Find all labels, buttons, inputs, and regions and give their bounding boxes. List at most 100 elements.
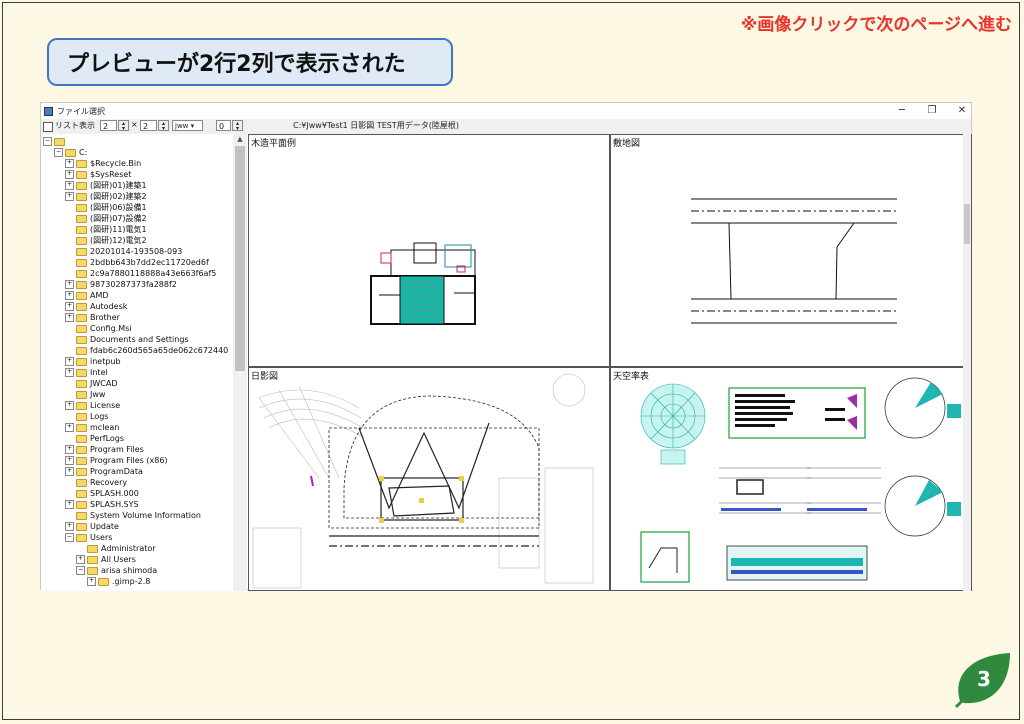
tree-item[interactable]: JWCAD [65,378,118,389]
tree-item[interactable]: (図研)12)電気2 [65,235,147,246]
close-button[interactable]: ✕ [947,103,977,119]
tree-item[interactable]: + Intel [65,367,108,378]
folder-icon [76,192,87,201]
collapse-icon[interactable]: − [54,148,63,157]
tree-item[interactable]: + .gimp-2.8 [87,576,150,587]
expand-icon[interactable]: + [65,401,74,410]
tree-item-label: Autodesk [90,302,128,311]
expand-icon[interactable]: + [87,577,96,586]
tree-item[interactable]: + $SysReset [65,169,131,180]
scroll-up-arrow[interactable]: ▲ [233,134,247,144]
preview-sky-factor[interactable]: 天空率表 [610,367,972,591]
zero-stepper[interactable]: ▴ ▾ [232,120,243,132]
preview-shadow-diagram[interactable]: 日影図 [248,367,610,591]
tree-item[interactable]: PerfLogs [65,433,124,444]
tree-item[interactable]: + (図研)01)建築1 [65,180,147,191]
tree-item[interactable]: Documents and Settings [65,334,189,345]
tree-item-label: mclean [90,423,120,432]
expand-icon[interactable]: + [65,522,74,531]
expand-icon[interactable]: + [65,423,74,432]
tree-item[interactable]: + AMD [65,290,109,301]
tree-item[interactable]: Recovery [65,477,127,488]
expand-icon[interactable]: + [65,357,74,366]
rows-field[interactable]: 2 [100,120,117,131]
folder-icon [76,291,87,300]
expand-icon[interactable]: + [65,302,74,311]
expand-icon[interactable]: + [65,368,74,377]
folder-icon [76,280,87,289]
tree-item[interactable]: + Brother [65,312,120,323]
expand-icon[interactable]: + [65,181,74,190]
expand-icon[interactable]: + [65,313,74,322]
collapse-icon[interactable]: − [43,137,52,146]
expand-icon[interactable]: + [65,291,74,300]
tree-item[interactable]: − Users [65,532,112,543]
restore-button[interactable]: ❐ [917,103,947,119]
expand-icon[interactable]: + [65,445,74,454]
tree-item-label: License [90,401,121,410]
tree-scrollbar[interactable]: ▲ [233,134,247,591]
minimize-button[interactable]: ─ [887,103,917,119]
tree-item[interactable]: − C: [54,147,87,158]
shadow-diagram-drawing [252,373,594,589]
tree-item[interactable]: 2bdbb643b7dd2ec11720ed6f [65,257,209,268]
tree-item[interactable]: + ProgramData [65,466,143,477]
tree-item[interactable]: System Volume Information [65,510,201,521]
tree-item[interactable]: + License [65,400,120,411]
expand-icon[interactable]: + [65,500,74,509]
tree-item[interactable]: 2c9a7880118888a43e663f6af5 [65,268,216,279]
tree-item[interactable]: + $Recycle.Bin [65,158,141,169]
tree-item[interactable]: + Update [65,521,119,532]
tree-item[interactable]: + Program Files [65,444,144,455]
preview-scroll-thumb[interactable] [964,204,970,244]
tree-scroll-thumb[interactable] [235,146,245,371]
folder-icon [87,555,98,564]
collapse-icon[interactable]: − [76,566,85,575]
tree-item[interactable]: + Autodesk [65,301,127,312]
expand-icon[interactable]: + [76,555,85,564]
list-view-checkbox[interactable] [43,122,53,132]
tree-item[interactable]: + All Users [76,554,136,565]
expand-icon[interactable]: + [65,170,74,179]
tree-item[interactable]: (図研)11)電気1 [65,224,147,235]
tree-item[interactable]: Logs [65,411,108,422]
preview-site-plan[interactable]: 敷地図 [610,134,972,367]
expand-icon[interactable]: + [65,467,74,476]
tree-item[interactable]: Config.Msi [65,323,132,334]
tree-item[interactable]: − arisa shimoda [76,565,157,576]
tree-item[interactable]: − [43,136,68,147]
folder-icon [76,357,87,366]
expand-icon[interactable]: + [65,192,74,201]
tree-item[interactable]: +98730287373fa288f2 [65,279,177,290]
tree-item[interactable]: Administrator [76,543,156,554]
tree-item[interactable]: (図研)06)設備1 [65,202,147,213]
collapse-icon[interactable]: − [65,533,74,542]
cols-stepper[interactable]: ▴ ▾ [158,120,169,132]
tree-item-label: Program Files [90,445,144,454]
preview-scrollbar[interactable] [963,134,971,591]
cols-field[interactable]: 2 [140,120,157,131]
folder-icon [76,390,87,399]
tree-item[interactable]: + mclean [65,422,119,433]
folder-icon [76,478,87,487]
next-page-note[interactable]: ※画像クリックで次のページへ進む [741,10,1012,35]
tree-item[interactable]: + (図研)02)建築2 [65,191,147,202]
tree-item[interactable]: SPLASH.000 [65,488,139,499]
tree-item[interactable]: + SPLASH.SYS [65,499,139,510]
tree-item[interactable]: 20201014-193508-093 [65,246,182,257]
folder-tree[interactable]: − − C: + $Recycle.Bin + $SysReset + (図研)01)建築1 +(… [41,134,247,591]
tree-item[interactable]: (図研)07)設備2 [65,213,147,224]
expand-icon[interactable]: + [65,456,74,465]
tree-item[interactable]: Jww [65,389,105,400]
tree-item[interactable]: + Program Files (x86) [65,455,168,466]
zero-field[interactable]: 0 [216,120,231,131]
rows-stepper[interactable]: ▴ ▾ [118,120,129,132]
preview-floor-plan[interactable]: 木造平面例 [248,134,610,367]
filetype-select[interactable]: jww ▾ [172,120,203,131]
tree-item[interactable]: + inetpub [65,356,121,367]
folder-icon [76,511,87,520]
tree-item[interactable]: fdab6c260d565a65de062c672440 [65,345,228,356]
tree-item-label: (図研)01)建築1 [90,181,147,190]
expand-icon[interactable]: + [65,280,74,289]
expand-icon[interactable]: + [65,159,74,168]
